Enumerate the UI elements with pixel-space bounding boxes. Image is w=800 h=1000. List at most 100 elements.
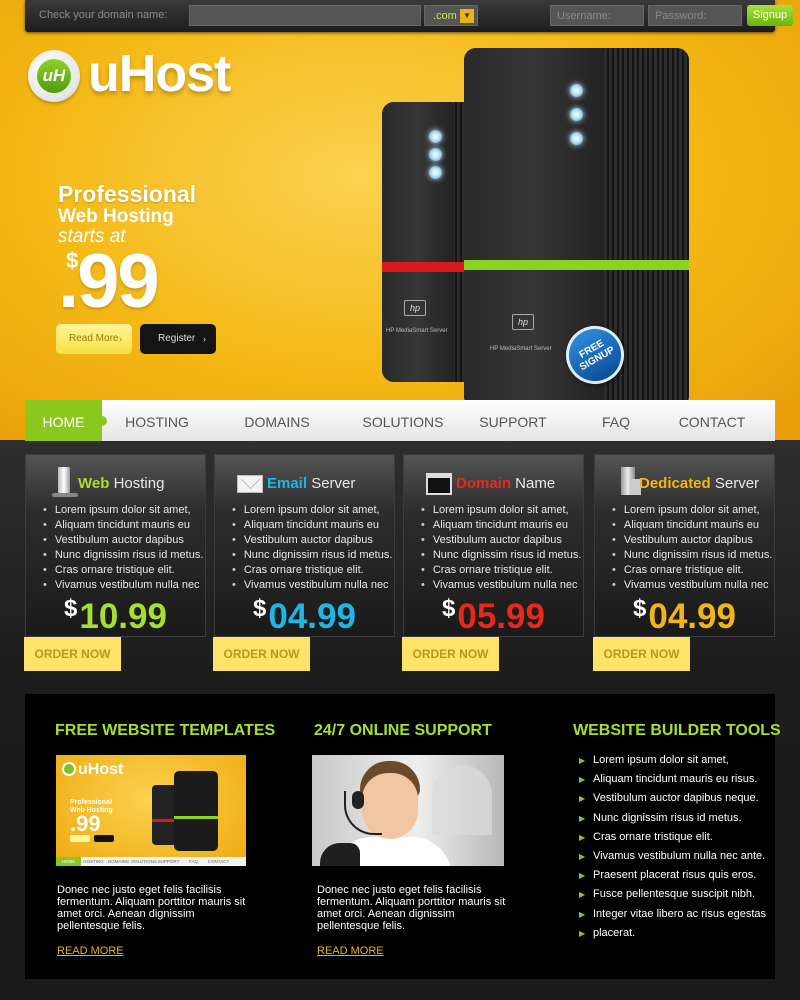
server-model-label: HP MediaSmart Server	[386, 328, 448, 334]
headline-professional: Professional	[58, 181, 197, 207]
nav-item-solutions[interactable]: SOLUTIONS	[357, 400, 449, 441]
main-nav: HOME HOSTING DOMAINS SOLUTIONS SUPPORT F…	[25, 400, 775, 441]
hero-headline: Professional Web Hosting starts at	[58, 182, 196, 247]
list-item: ▶ Fusce pellentesque suscipit nibh.	[579, 888, 756, 901]
plan-price: $04.99	[633, 595, 736, 636]
arrow-bullet-icon: ▶	[579, 871, 586, 881]
list-item: ▶ Nunc dignissim risus id metus.	[579, 811, 742, 824]
arrow-bullet-icon: ▶	[579, 890, 586, 900]
signup-button[interactable]: Signup	[747, 5, 793, 26]
plan-price: $04.99	[253, 595, 356, 636]
chevron-right-icon: ›	[119, 334, 122, 344]
chevron-down-icon[interactable]: ▼	[460, 9, 474, 23]
tld-select-value: .com	[433, 10, 457, 22]
logo-icon: uH	[28, 50, 80, 102]
arrow-bullet-icon: ▶	[579, 832, 586, 842]
plan-features: Lorem ipsum dolor sit amet, Aliquam tinc…	[232, 503, 393, 593]
server-green-band	[464, 260, 689, 270]
register-button[interactable]: Register ›	[140, 324, 216, 354]
list-item: Lorem ipsum dolor sit amet,	[612, 503, 772, 518]
hp-logo-icon: hp	[512, 314, 534, 330]
nav-item-hosting[interactable]: HOSTING	[115, 400, 199, 441]
list-item: Cras ornare tristique elit.	[232, 563, 392, 578]
list-item: Aliquam tincidunt mauris eu	[421, 518, 581, 533]
headset-icon	[344, 791, 382, 835]
nav-item-home[interactable]: HOME	[25, 400, 107, 441]
list-item: Cras ornare tristique elit.	[612, 563, 772, 578]
plan-title: Domain Name	[456, 475, 556, 492]
list-item: Aliquam tincidunt mauris eu	[43, 518, 203, 533]
list-item: Nunc dignissim risus id metus.	[43, 548, 204, 563]
list-item: Cras ornare tristique elit.	[43, 563, 203, 578]
hp-logo-icon: hp	[404, 300, 426, 316]
domain-search-input[interactable]	[189, 5, 421, 26]
arrow-bullet-icon: ▶	[579, 928, 586, 938]
server-illustration: hp HP MediaSmart Server hp HP MediaSmart…	[370, 40, 710, 408]
plan-title: Email Server	[267, 475, 356, 492]
list-item: ▶ placerat.	[579, 926, 636, 939]
list-item: Vestibulum auctor dapibus	[43, 533, 203, 548]
plan-price: $10.99	[64, 595, 167, 636]
browser-window-icon	[426, 467, 454, 497]
order-now-button[interactable]: ORDER NOW	[213, 637, 310, 671]
list-item: ▶ Cras ornare tristique elit.	[579, 830, 713, 843]
list-item: ▶ Integer vitae libero ac risus egestas	[579, 907, 767, 920]
list-item: ▶ Vestibulum auctor dapibus neque.	[579, 792, 759, 805]
plan-card-web-hosting: Web Hosting Lorem ipsum dolor sit amet, …	[25, 454, 206, 637]
template-preview-image[interactable]: uHost Professional Web Hosting .99 HOME H…	[56, 755, 246, 866]
led-icon	[570, 84, 583, 97]
list-item: ▶ Praesent placerat risus quis eros.	[579, 869, 757, 882]
arrow-bullet-icon: ▶	[579, 813, 586, 823]
support-text: Donec nec justo eget felis facilisis fer…	[317, 884, 506, 932]
tld-select[interactable]: .com ▼	[424, 5, 478, 26]
support-agent-photo	[312, 755, 504, 866]
led-icon	[570, 108, 583, 121]
arrow-bullet-icon: ▶	[579, 909, 586, 919]
top-bar: Check your domain name: .com ▼ Username:…	[25, 0, 793, 32]
list-item: Aliquam tincidunt mauris eu	[612, 518, 772, 533]
username-input[interactable]: Username:	[550, 5, 644, 26]
list-item: Vestibulum auctor dapibus	[612, 533, 772, 548]
order-now-button[interactable]: ORDER NOW	[24, 637, 121, 671]
plan-card-dedicated-server: Dedicated Server Lorem ipsum dolor sit a…	[594, 454, 775, 637]
plan-card-email-server: Email Server Lorem ipsum dolor sit amet,…	[214, 454, 395, 637]
support-title: 24/7 ONLINE SUPPORT	[314, 722, 492, 739]
nav-item-contact[interactable]: CONTACT	[671, 400, 753, 441]
nav-item-support[interactable]: SUPPORT	[471, 400, 555, 441]
tools-list: ▶ Lorem ipsum dolor sit amet, ▶ Aliquam ti…	[579, 754, 766, 946]
order-now-button[interactable]: ORDER NOW	[593, 637, 690, 671]
list-item: Vestibulum auctor dapibus	[421, 533, 581, 548]
plan-features: Lorem ipsum dolor sit amet, Aliquam tinc…	[421, 503, 582, 593]
headline-web-hosting: Web Hosting	[58, 206, 174, 227]
chevron-right-icon: ›	[203, 334, 206, 344]
list-item: Lorem ipsum dolor sit amet,	[43, 503, 203, 518]
order-now-button[interactable]: ORDER NOW	[402, 637, 499, 671]
plan-title: Web Hosting	[78, 475, 165, 492]
logo-text: uHost	[88, 45, 231, 103]
plan-title: Dedicated Server	[639, 475, 760, 492]
read-more-button[interactable]: Read More ›	[56, 324, 132, 354]
logo-mark: uH	[37, 59, 71, 93]
nav-item-domains[interactable]: DOMAINS	[231, 400, 323, 441]
led-icon	[429, 148, 442, 161]
arrow-bullet-icon: ▶	[579, 851, 586, 861]
templates-read-more-link[interactable]: READ MORE	[57, 945, 124, 957]
plan-features: Lorem ipsum dolor sit amet, Aliquam tinc…	[43, 503, 204, 593]
list-item: Lorem ipsum dolor sit amet,	[232, 503, 392, 518]
list-item: Aliquam tincidunt mauris eu	[232, 518, 392, 533]
templates-title: FREE WEBSITE TEMPLATES	[55, 722, 276, 739]
led-icon	[429, 130, 442, 143]
server-model-label: HP MediaSmart Server	[490, 346, 552, 352]
password-input[interactable]: Password:	[648, 5, 742, 26]
led-icon	[570, 132, 583, 145]
list-item: ▶ Aliquam tincidunt mauris eu risus.	[579, 773, 758, 786]
templates-text: Donec nec justo eget felis facilisis fer…	[57, 884, 246, 932]
arrow-bullet-icon: ▶	[579, 794, 586, 804]
plan-price: $05.99	[442, 595, 545, 636]
list-item: Lorem ipsum dolor sit amet,	[421, 503, 581, 518]
nav-item-faq[interactable]: FAQ	[593, 400, 639, 441]
logo[interactable]: uH uHost	[28, 45, 278, 108]
support-read-more-link[interactable]: READ MORE	[317, 945, 384, 957]
list-item: ▶ Vivamus vestibulum nulla nec ante.	[579, 849, 766, 862]
list-item: Nunc dignissim risus id metus.	[612, 548, 773, 563]
